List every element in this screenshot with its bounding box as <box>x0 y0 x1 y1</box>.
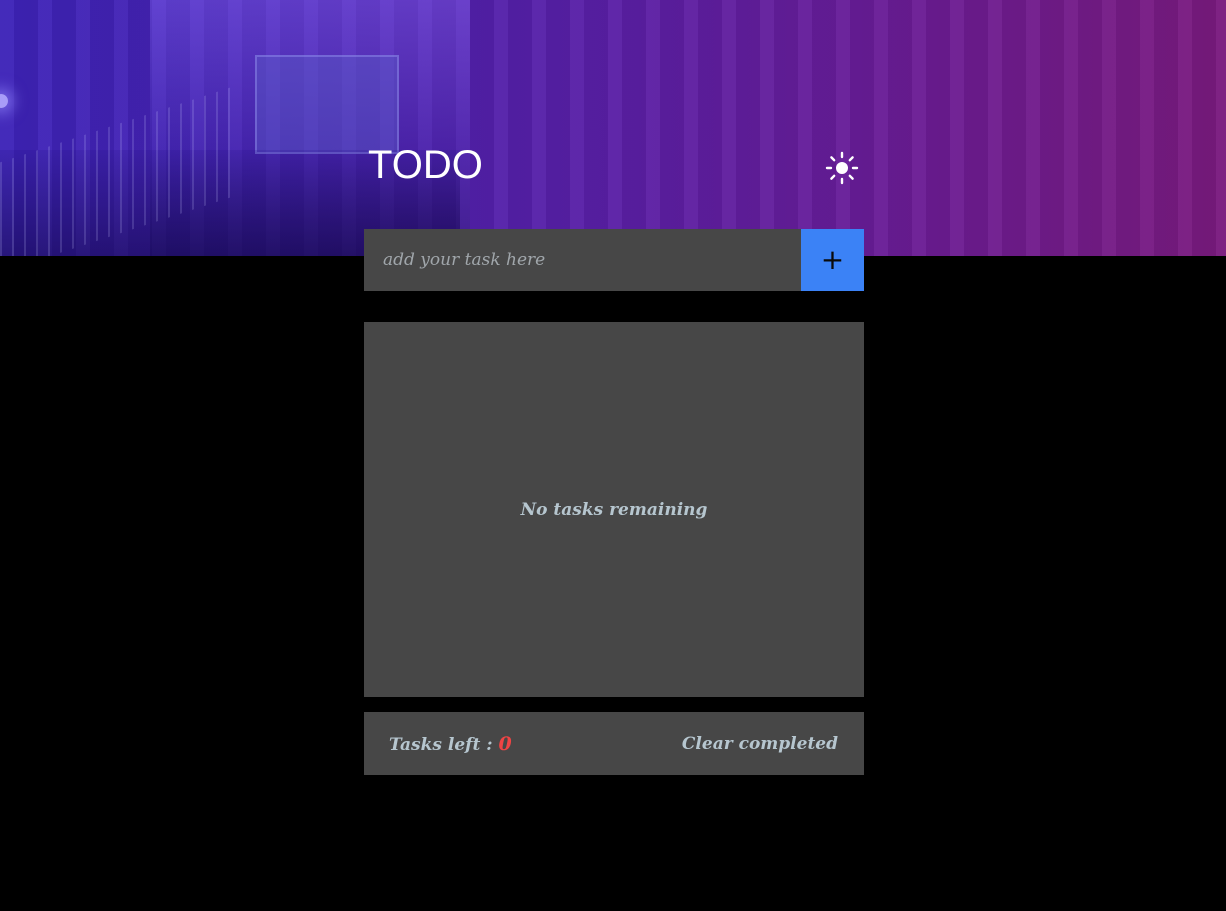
tasks-left-count: 0 <box>498 732 512 755</box>
sun-icon <box>825 151 859 185</box>
theme-toggle-button[interactable] <box>824 150 860 186</box>
footer-bar: Tasks left : 0 Clear completed <box>364 712 864 775</box>
tasks-left: Tasks left : 0 <box>389 733 512 755</box>
add-task-form: + <box>364 229 864 291</box>
tasks-left-label: Tasks left : <box>389 734 493 755</box>
clear-completed-button[interactable]: Clear completed <box>682 734 838 754</box>
background-door <box>255 55 399 154</box>
add-task-button[interactable]: + <box>801 229 864 291</box>
header-background <box>0 0 1226 256</box>
task-input[interactable] <box>364 229 801 291</box>
page-title: TODO <box>368 143 483 187</box>
empty-state-message: No tasks remaining <box>520 499 708 520</box>
task-list: No tasks remaining <box>364 322 864 697</box>
